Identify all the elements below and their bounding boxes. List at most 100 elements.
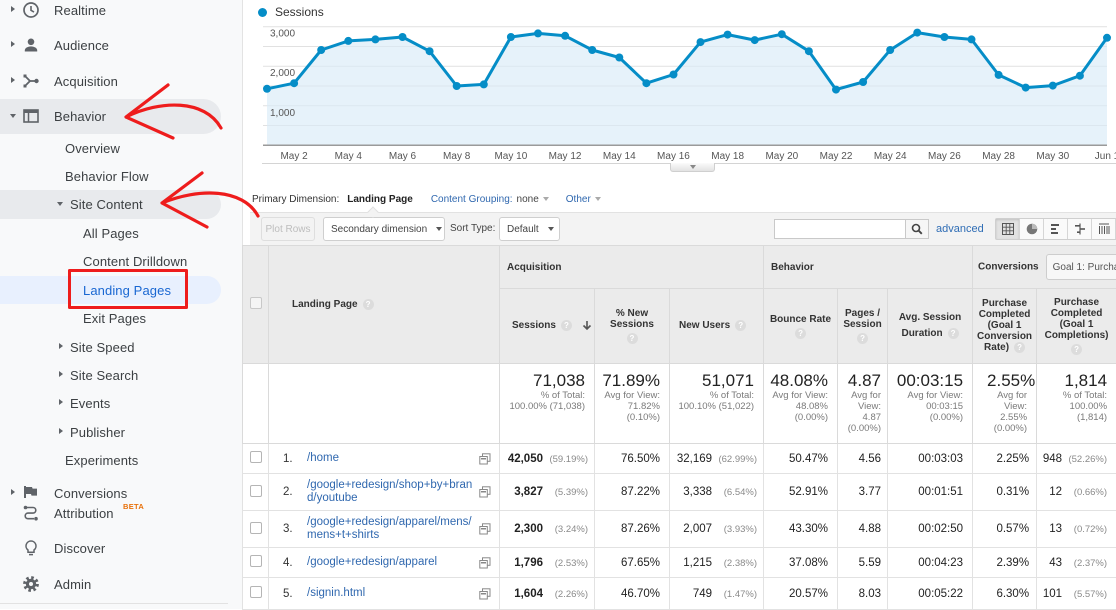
data-point[interactable]: [697, 38, 705, 46]
data-point[interactable]: [968, 35, 976, 43]
other-dimension-dropdown[interactable]: Other: [566, 194, 601, 205]
data-point[interactable]: [344, 37, 352, 45]
data-point[interactable]: [751, 36, 759, 44]
data-point[interactable]: [534, 29, 542, 37]
help-icon[interactable]: [1071, 344, 1082, 355]
sidebar-item-admin[interactable]: Admin: [0, 570, 230, 598]
chart-collapse-handle[interactable]: [670, 163, 715, 172]
data-point[interactable]: [1049, 82, 1057, 90]
data-point[interactable]: [859, 78, 867, 86]
data-point[interactable]: [453, 82, 461, 90]
column-header-landing-page[interactable]: Landing Page: [269, 246, 500, 364]
landing-page-link[interactable]: /home: [307, 452, 479, 465]
sidebar-item-attribution[interactable]: Attribution BETA: [0, 498, 230, 528]
help-icon[interactable]: [857, 333, 868, 344]
comparison-view-button[interactable]: [1068, 219, 1092, 239]
table-search-input[interactable]: [774, 219, 906, 239]
data-point[interactable]: [426, 47, 434, 55]
goal-select-dropdown[interactable]: Goal 1: Purchase: [1046, 254, 1116, 280]
sidebar-item-site-content[interactable]: Site Content: [0, 190, 230, 218]
data-point[interactable]: [263, 85, 271, 93]
data-point[interactable]: [805, 47, 813, 55]
data-point[interactable]: [940, 33, 948, 41]
plot-rows-button[interactable]: Plot Rows: [261, 217, 315, 241]
sidebar-item-site-search[interactable]: Site Search: [0, 361, 230, 389]
data-point[interactable]: [995, 71, 1003, 79]
performance-view-button[interactable]: [1044, 219, 1068, 239]
data-point[interactable]: [399, 33, 407, 41]
data-point[interactable]: [642, 79, 650, 87]
data-point[interactable]: [561, 32, 569, 40]
column-header-goal1-completions[interactable]: Purchase Completed (Goal 1 Completions): [1037, 289, 1116, 364]
column-header-avg-session-duration[interactable]: Avg. Session Duration: [888, 289, 973, 364]
data-point[interactable]: [317, 46, 325, 54]
primary-dimension-landing-page[interactable]: Landing Page: [347, 194, 413, 205]
row-checkbox[interactable]: [250, 555, 262, 567]
data-point[interactable]: [290, 79, 298, 87]
data-point[interactable]: [832, 86, 840, 94]
data-point[interactable]: [778, 30, 786, 38]
sidebar-item-landing-pages[interactable]: Landing Pages: [0, 276, 230, 304]
data-point[interactable]: [886, 46, 894, 54]
help-icon[interactable]: [561, 320, 572, 331]
sort-type-select[interactable]: Default: [499, 217, 560, 241]
sidebar-item-exit-pages[interactable]: Exit Pages: [0, 304, 230, 332]
content-grouping-dropdown[interactable]: Content Grouping:none: [431, 194, 549, 205]
data-point[interactable]: [615, 54, 623, 62]
column-header-pct-new-sessions[interactable]: % New Sessions: [595, 289, 670, 364]
column-header-pages-per-session[interactable]: Pages / Session: [838, 289, 888, 364]
column-header-new-users[interactable]: New Users: [670, 289, 764, 364]
data-point[interactable]: [1103, 34, 1111, 42]
select-all-checkbox[interactable]: [250, 297, 262, 309]
sidebar-item-events[interactable]: Events: [0, 389, 230, 417]
landing-page-link[interactable]: /google+redesign/apparel: [307, 556, 479, 569]
open-in-new-window-icon[interactable]: [479, 486, 491, 498]
data-point[interactable]: [588, 46, 596, 54]
sidebar-item-publisher[interactable]: Publisher: [0, 418, 230, 446]
row-checkbox[interactable]: [250, 451, 262, 463]
help-icon[interactable]: [1014, 342, 1025, 353]
secondary-dimension-select[interactable]: Secondary dimension: [323, 217, 445, 241]
help-icon[interactable]: [948, 328, 959, 339]
data-point[interactable]: [1076, 72, 1084, 80]
column-header-bounce-rate[interactable]: Bounce Rate: [764, 289, 838, 364]
sidebar-item-site-speed[interactable]: Site Speed: [0, 333, 230, 361]
data-point[interactable]: [507, 33, 515, 41]
help-icon[interactable]: [363, 299, 374, 310]
sidebar-label: Exit Pages: [83, 311, 146, 326]
open-in-new-window-icon[interactable]: [479, 588, 491, 600]
sort-descending-icon[interactable]: [582, 320, 592, 331]
help-icon[interactable]: [795, 328, 806, 339]
table-view-button[interactable]: [996, 219, 1020, 239]
goal1-completions-cell: 13(0.72%): [1037, 511, 1116, 548]
open-in-new-window-icon[interactable]: [479, 453, 491, 465]
pie-view-button[interactable]: [1020, 219, 1044, 239]
row-checkbox[interactable]: [250, 485, 262, 497]
open-in-new-window-icon[interactable]: [479, 557, 491, 569]
help-icon[interactable]: [735, 320, 746, 331]
landing-page-link[interactable]: /google+redesign/apparel/mens/mens+t+shi…: [307, 516, 479, 542]
landing-page-link[interactable]: /google+redesign/shop+by+brand/youtube: [307, 479, 479, 505]
pivot-view-button[interactable]: [1092, 219, 1116, 239]
data-point[interactable]: [480, 80, 488, 88]
data-point[interactable]: [670, 71, 678, 79]
column-header-goal1-conversion-rate[interactable]: Purchase Completed (Goal 1 Conversion Ra…: [973, 289, 1037, 364]
help-icon[interactable]: [627, 333, 638, 344]
total-avg: 100.00%: [1041, 401, 1107, 412]
data-point[interactable]: [371, 35, 379, 43]
row-checkbox[interactable]: [250, 522, 262, 534]
column-header-sessions[interactable]: Sessions: [500, 289, 595, 364]
sidebar-item-all-pages[interactable]: All Pages: [0, 219, 230, 247]
sidebar-item-discover[interactable]: Discover: [0, 534, 230, 562]
open-in-new-window-icon[interactable]: [479, 523, 491, 535]
advanced-filter-link[interactable]: advanced: [936, 223, 984, 235]
row-checkbox[interactable]: [250, 586, 262, 598]
search-button[interactable]: [905, 219, 929, 239]
data-point[interactable]: [913, 29, 921, 37]
sidebar-item-experiments[interactable]: Experiments: [0, 446, 230, 474]
data-point[interactable]: [1022, 84, 1030, 92]
sidebar-item-content-drilldown[interactable]: Content Drilldown: [0, 247, 230, 275]
sessions-chart[interactable]: 1,0002,0003,000May 2May 4May 6May 8May 1…: [0, 0, 1116, 180]
landing-page-link[interactable]: /signin.html: [307, 587, 479, 600]
data-point[interactable]: [724, 31, 732, 39]
